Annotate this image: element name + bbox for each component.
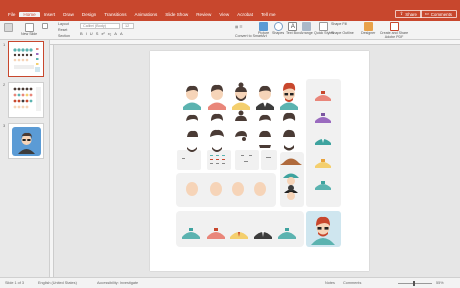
avatar-kit-artwork — [176, 79, 341, 247]
pdf-icon — [389, 22, 399, 31]
vertical-ruler — [50, 45, 54, 277]
accessibility-status[interactable]: Accessibility: Investigate — [97, 281, 138, 285]
shapes-button[interactable]: Shapes — [272, 22, 284, 36]
menu-tell-me[interactable]: Tell me — [257, 12, 280, 17]
hair-row-2 — [187, 129, 295, 141]
smartart-icon: ▦ ☰ — [235, 25, 243, 29]
slide-thumbnail-3[interactable] — [8, 123, 44, 159]
menu-acrobat[interactable]: Acrobat — [233, 12, 257, 17]
menu-design[interactable]: Design — [78, 12, 100, 17]
slide-thumbnail-1[interactable] — [8, 41, 44, 77]
format-buttons: B I U Sx² x₂ A A — [80, 31, 123, 36]
zoom-level[interactable]: 55% — [436, 281, 444, 285]
menu-home[interactable]: Home — [19, 11, 40, 17]
menu-review[interactable]: Review — [192, 12, 215, 17]
slide-canvas[interactable] — [150, 51, 369, 271]
horizontal-ruler — [50, 40, 460, 45]
avatar-row-full — [183, 82, 298, 110]
ribbon: New Slide Layout Reset Section Convert t… — [0, 21, 460, 40]
menu-view[interactable]: View — [215, 12, 233, 17]
status-bar: Slide 1 of 3 English (United States) Acc… — [0, 277, 460, 288]
notes-button[interactable]: Notes — [325, 281, 335, 285]
thumb-number: 3 — [3, 123, 6, 128]
format-button-0[interactable]: B — [80, 31, 83, 36]
create-share-pdf-button[interactable]: Create and Share Adobe PDF — [377, 22, 411, 39]
format-button-2[interactable]: U — [90, 31, 93, 36]
format-button-3[interactable]: S — [96, 31, 99, 36]
hair-row-1 — [186, 110, 296, 121]
layout-gallery-button[interactable] — [42, 23, 48, 30]
picture-icon — [259, 22, 269, 31]
slide-1-preview — [9, 42, 42, 75]
reset-button[interactable]: Reset — [58, 28, 67, 32]
new-slide-button[interactable]: New Slide — [21, 23, 37, 37]
layout-icon — [42, 23, 48, 29]
slide-2-preview — [13, 87, 41, 111]
comments-status-button[interactable]: Comments — [343, 281, 361, 285]
shape-outline-button[interactable]: Shape Outline — [331, 31, 354, 35]
language-status[interactable]: English (United States) — [38, 281, 77, 285]
zoom-slider[interactable] — [398, 283, 432, 284]
layout-button[interactable]: Layout — [58, 22, 69, 26]
clipboard-icon — [4, 23, 13, 32]
thumb-number: 2 — [3, 82, 6, 87]
section-button[interactable]: Section — [58, 34, 70, 38]
font-size-field[interactable]: 12 — [122, 23, 134, 29]
menu-slide-show[interactable]: Slide Show — [161, 12, 192, 17]
shape-fill-button[interactable]: Shape Fill — [331, 22, 347, 26]
format-button-1[interactable]: I — [86, 31, 87, 36]
format-button-6[interactable]: A — [114, 31, 117, 36]
menu-file[interactable]: File — [4, 12, 19, 17]
shapes-icon — [273, 22, 283, 31]
menu-draw[interactable]: Draw — [59, 12, 78, 17]
format-button-5[interactable]: x₂ — [108, 31, 112, 36]
menu-transitions[interactable]: Transitions — [100, 12, 130, 17]
text-box-icon: A — [288, 22, 298, 31]
picture-button[interactable]: Picture — [258, 22, 269, 36]
comments-button[interactable]: ▭ Comments — [419, 10, 457, 18]
menu-animations[interactable]: Animations — [131, 12, 162, 17]
arrange-icon — [301, 22, 311, 31]
format-button-4[interactable]: x² — [101, 31, 104, 36]
paste-button[interactable] — [4, 23, 13, 33]
slide-3-preview — [12, 127, 41, 156]
zoom-slider-thumb[interactable] — [413, 281, 415, 286]
font-name-field[interactable]: Calibri (Body) — [80, 23, 120, 29]
share-button[interactable]: ⇪ Share — [394, 10, 422, 18]
share-icon: ⇪ — [399, 11, 404, 16]
designer-button[interactable]: Designer — [361, 22, 375, 36]
slide-thumbnail-2[interactable] — [8, 82, 44, 118]
format-button-7[interactable]: A — [120, 31, 123, 36]
slide-thumbnails-panel: 1 2 3 — [0, 40, 50, 277]
menu-bar: File Home Insert Draw Design Transitions Anima… — [0, 8, 280, 20]
text-box-button[interactable]: A Text Box — [286, 22, 300, 36]
designer-icon — [363, 22, 373, 31]
new-slide-icon — [24, 23, 34, 32]
menu-insert[interactable]: Insert — [40, 12, 60, 17]
slide-count: Slide 1 of 3 — [5, 281, 24, 285]
comment-icon: ▭ — [424, 11, 429, 16]
quick-styles-icon — [319, 22, 329, 31]
arrange-button[interactable]: Arrange — [300, 22, 313, 36]
thumb-number: 1 — [3, 42, 6, 47]
